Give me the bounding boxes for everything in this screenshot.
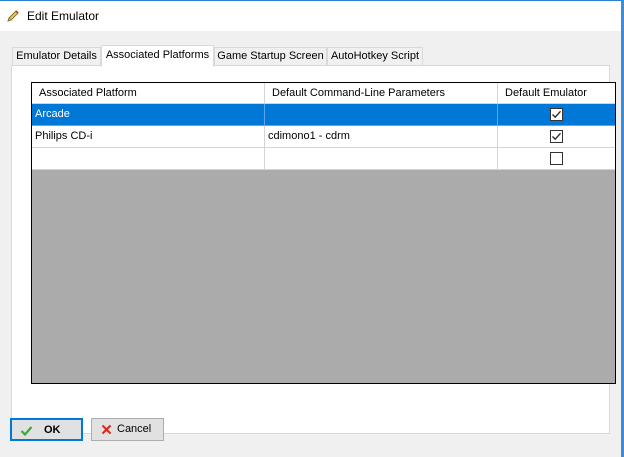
cell-default [498,104,615,126]
platforms-grid[interactable]: Associated Platform Default Command-Line… [31,82,616,384]
column-header-params[interactable]: Default Command-Line Parameters [265,83,498,104]
associated-platforms-panel: Associated Platform Default Command-Line… [11,65,616,434]
cell-default [498,126,615,148]
ok-button-label: OK [44,424,61,436]
tab-associated-platforms[interactable]: Associated Platforms [101,45,214,67]
default-emulator-checkbox[interactable] [550,108,563,121]
cancel-button[interactable]: Cancel [91,418,164,441]
cell-params[interactable]: cdimono1 - cdrm [265,126,498,148]
pencil-icon [6,9,20,23]
tab-game-startup-screen[interactable]: Game Startup Screen [214,47,327,66]
cell-default [498,148,615,170]
table-row-new[interactable] [32,148,615,170]
cancel-button-label: Cancel [117,423,152,435]
default-emulator-checkbox[interactable] [550,152,563,165]
table-row[interactable]: Philips CD-i cdimono1 - cdrm [32,126,615,148]
table-row[interactable]: Arcade [32,104,615,126]
cell-platform[interactable]: Philips CD-i [32,126,265,148]
x-icon [100,423,113,436]
column-header-default[interactable]: Default Emulator [498,83,615,104]
cell-platform[interactable] [32,148,265,170]
tab-autohotkey-script[interactable]: AutoHotkey Script [327,47,423,66]
checkmark-icon [552,110,561,119]
column-header-platform[interactable]: Associated Platform [32,83,265,104]
tab-emulator-details[interactable]: Emulator Details [12,47,101,66]
dialog-client: Emulator Details Associated Platforms Ga… [0,31,621,457]
ok-button[interactable]: OK [10,418,83,441]
cell-params[interactable] [265,148,498,170]
window-title: Edit Emulator [27,9,100,23]
grid-header: Associated Platform Default Command-Line… [32,83,615,104]
cell-params[interactable] [265,104,498,126]
checkmark-icon [20,424,33,437]
default-emulator-checkbox[interactable] [550,130,563,143]
cell-platform[interactable]: Arcade [32,104,265,126]
checkmark-icon [552,132,561,141]
title-bar[interactable]: Edit Emulator [0,1,621,31]
